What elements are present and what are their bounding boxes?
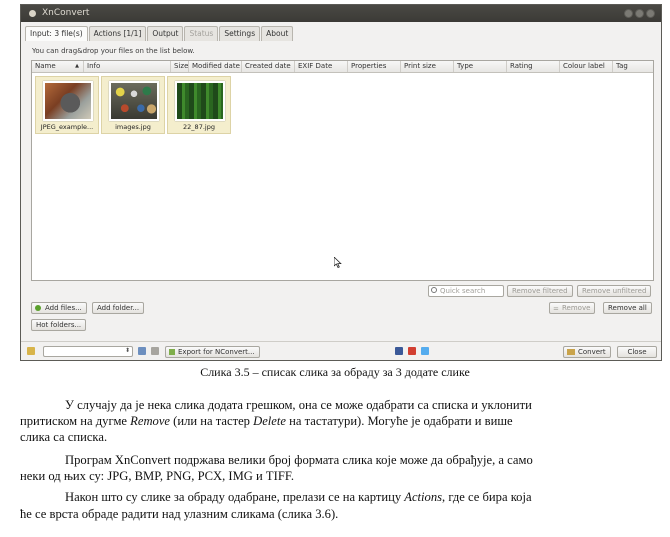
bottom-toolbar: ⬍ Export for NConvert... Convert Close (21, 341, 661, 361)
paragraph-line: слика са списка. (20, 430, 108, 444)
export-label: Export for NConvert... (178, 348, 255, 356)
remove-all-button[interactable]: Remove all (603, 302, 652, 314)
text-run: Након што су слике за обраду одабране, п… (65, 490, 405, 504)
sort-ascending-icon: ▲ (75, 63, 79, 69)
file-item[interactable]: images.jpg (101, 76, 165, 134)
remove-unfiltered-button[interactable]: Remove unfiltered (577, 285, 652, 297)
column-colour-label[interactable]: Colour label (560, 61, 613, 72)
convert-button[interactable]: Convert (563, 346, 611, 358)
column-name-label: Name (35, 62, 56, 70)
tab-output[interactable]: Output (147, 26, 184, 41)
export-nconvert-button[interactable]: Export for NConvert... (165, 346, 260, 358)
app-icon (29, 10, 36, 17)
paragraph-line: Програм XnConvert подржава велики број ф… (65, 453, 533, 467)
drag-drop-hint: You can drag&drop your files on the list… (32, 47, 195, 55)
convert-label: Convert (578, 348, 606, 356)
column-header: Name ▲ Info Size Modified date Created d… (32, 61, 653, 73)
column-type[interactable]: Type (454, 61, 507, 72)
hot-folders-button[interactable]: Hot folders... (31, 319, 87, 331)
text-emphasis: Delete (253, 414, 286, 428)
tab-about[interactable]: About (261, 26, 294, 41)
spin-icon: ⬍ (124, 347, 130, 354)
remove-icon: = (553, 305, 559, 313)
tab-bar: Input: 3 file(s) Actions [1/1] Output St… (25, 26, 294, 41)
column-info[interactable]: Info (84, 61, 171, 72)
figure-caption: Слика 3.5 – списак слика за обраду за 3 … (200, 365, 470, 379)
paragraph-line: Након што су слике за обраду одабране, п… (20, 489, 661, 505)
file-name: 22_87.jpg (183, 123, 215, 131)
xnconvert-window: XnConvert Input: 3 file(s) Actions [1/1]… (20, 4, 662, 361)
file-thumbnail (43, 81, 93, 121)
tab-input[interactable]: Input: 3 file(s) (25, 26, 88, 41)
google-plus-icon[interactable] (408, 347, 416, 355)
tab-settings[interactable]: Settings (219, 26, 261, 41)
file-thumbnail (175, 81, 225, 121)
preset-combo[interactable]: ⬍ (43, 346, 133, 357)
text-run: на тастатури). Могуће је одабрати и више (286, 414, 513, 428)
add-folder-button[interactable]: Add folder... (92, 302, 145, 314)
mouse-cursor-icon (334, 257, 342, 268)
add-files-label: Add files... (45, 304, 82, 312)
window-controls (624, 9, 655, 18)
title-bar: XnConvert (21, 5, 661, 22)
search-icon (431, 287, 437, 293)
column-modified-date[interactable]: Modified date (189, 61, 242, 72)
column-created-date[interactable]: Created date (242, 61, 295, 72)
quick-search-placeholder: Quick search (440, 287, 486, 295)
column-exif-date[interactable]: EXIF Date (295, 61, 348, 72)
facebook-icon[interactable] (395, 347, 403, 355)
file-thumbnail (109, 81, 159, 121)
quick-search-input[interactable]: Quick search (428, 285, 504, 297)
tab-status: Status (184, 26, 219, 41)
file-name: images.jpg (115, 123, 151, 131)
remove-filtered-button[interactable]: Remove filtered (507, 285, 573, 297)
add-files-button[interactable]: Add files... (31, 302, 87, 314)
save-icon[interactable] (138, 347, 146, 355)
tab-actions[interactable]: Actions [1/1] (88, 26, 147, 41)
convert-icon (567, 349, 575, 355)
folder-icon[interactable] (27, 347, 35, 355)
file-item[interactable]: 22_87.jpg (167, 76, 231, 134)
column-properties[interactable]: Properties (348, 61, 401, 72)
window-title: XnConvert (42, 8, 90, 18)
paragraph-line: ће се врста обраде радити над улазним сл… (20, 507, 339, 521)
file-name: JPEG_example... (40, 123, 94, 131)
twitter-icon[interactable] (421, 347, 429, 355)
column-size[interactable]: Size (171, 61, 189, 72)
remove-label: Remove (562, 304, 591, 312)
thumbnail-grid: JPEG_example... images.jpg 22_87.jpg (35, 76, 231, 134)
text-run: (или на тастер (170, 414, 254, 428)
paragraph-line: У случају да је нека слика додата грешко… (65, 398, 532, 412)
text-emphasis: Remove (130, 414, 171, 428)
file-item[interactable]: JPEG_example... (35, 76, 99, 134)
column-rating[interactable]: Rating (507, 61, 560, 72)
paragraph-line: неки од њих су: JPG, BMP, PNG, PCX, IMG … (20, 469, 294, 483)
file-list[interactable]: Name ▲ Info Size Modified date Created d… (31, 60, 654, 281)
column-print-size[interactable]: Print size (401, 61, 454, 72)
maximize-icon[interactable] (635, 9, 644, 18)
text-run: , где се бира која (442, 490, 532, 504)
minimize-icon[interactable] (624, 9, 633, 18)
paragraph-line: притиском на дугме Remove (или на тастер… (20, 413, 661, 429)
column-name[interactable]: Name ▲ (32, 61, 84, 72)
export-icon (169, 349, 175, 355)
close-icon[interactable] (646, 9, 655, 18)
remove-button[interactable]: = Remove (549, 302, 596, 314)
close-button[interactable]: Close (617, 346, 657, 358)
delete-icon[interactable] (151, 347, 159, 355)
add-icon (35, 305, 41, 311)
column-tag[interactable]: Tag (613, 61, 653, 72)
text-emphasis: Actions (404, 490, 443, 504)
text-run: притиском на дугме (20, 414, 131, 428)
